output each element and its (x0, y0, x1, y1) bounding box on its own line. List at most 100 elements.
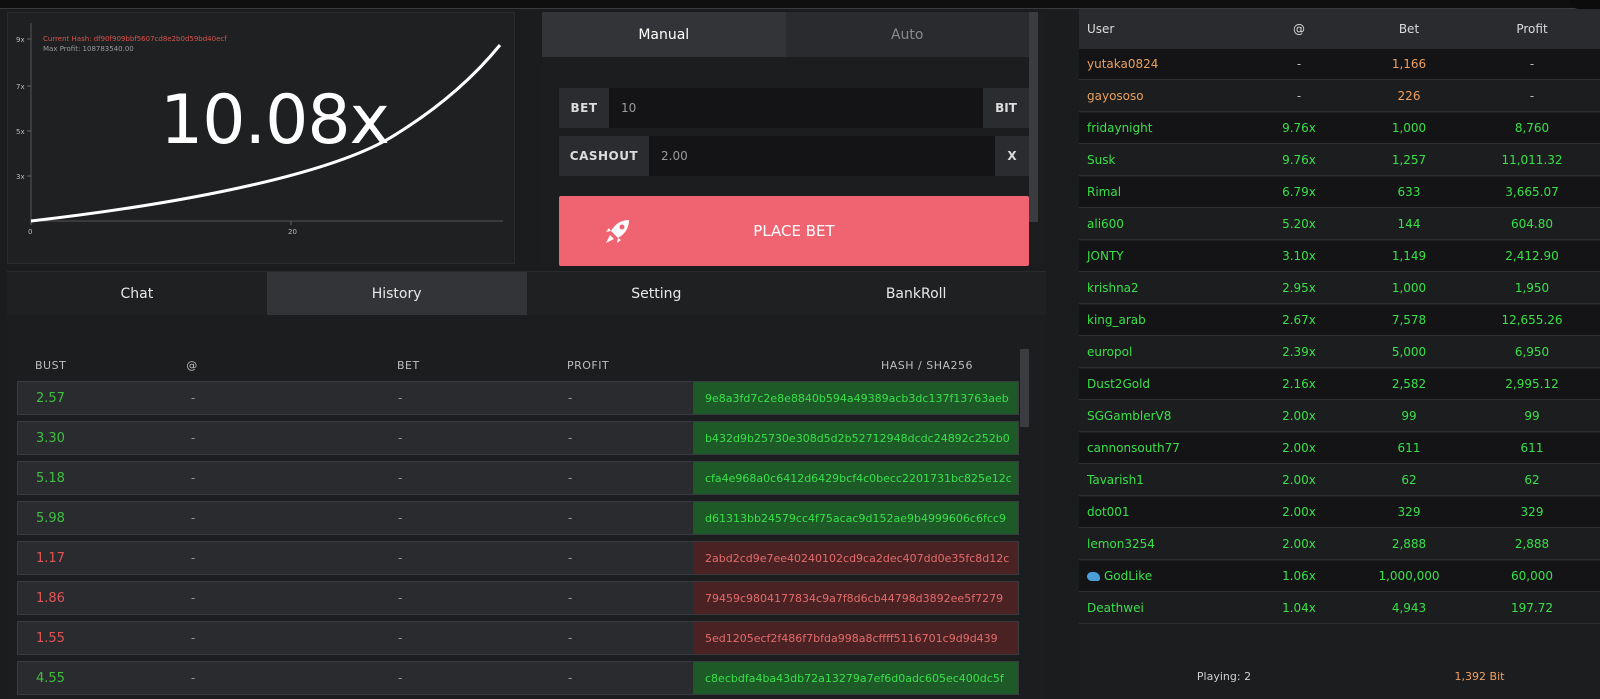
player-row[interactable]: king_arab 2.67x 7,578 12,655.26 (1079, 305, 1600, 336)
at-value: - (190, 551, 196, 565)
hash-value[interactable]: b432d9b25730e308d5d2b52712948dcdc24892c2… (693, 422, 1018, 454)
bet-value: - (398, 671, 403, 685)
player-row[interactable]: Tavarish1 2.00x 62 62 (1079, 465, 1600, 496)
player-username: cannonsouth77 (1087, 441, 1180, 455)
hash-value[interactable]: 5ed1205ecf2f486f7bfda998a8cffff5116701c9… (693, 622, 1018, 654)
player-user: yutaka0824 (1079, 49, 1244, 79)
profit-value: - (568, 471, 573, 485)
hash-value[interactable]: d61313bb24579cc4f75acac9d152ae9b4999606c… (693, 502, 1018, 534)
player-cashout: - (1296, 57, 1302, 71)
bet-field-row: BET 10 BIT (559, 88, 1029, 128)
player-profit: 62 (1524, 473, 1540, 487)
crash-graph: 9x 7x 5x 3x 0 20 Current Hash: df90f909bbf56… (7, 12, 515, 264)
player-bet: 1,149 (1391, 249, 1427, 263)
tab-chat[interactable]: Chat (7, 272, 267, 315)
player-username: Rimal (1087, 185, 1122, 199)
hash-value[interactable]: c8ecbdfa4ba43db72a13279a7ef6d0adc605ec40… (693, 662, 1018, 694)
player-row[interactable]: yutaka0824 - 1,166 - (1079, 49, 1600, 80)
cashout-input[interactable]: 2.00 (649, 136, 995, 176)
bet-value: - (398, 471, 403, 485)
player-cashout: 2.00x (1282, 409, 1316, 423)
tab-auto[interactable]: Auto (786, 12, 1030, 57)
history-row[interactable]: 5.98 - - - d61313bb24579cc4f75acac9d152ae9b4… (17, 501, 1019, 535)
hash-value[interactable]: 79459c9804177834c9a7f8d6cb44798d3892ee5f… (693, 582, 1018, 614)
at-value: - (190, 511, 196, 525)
player-row[interactable]: Deathwei 1.04x 4,943 197.72 (1079, 593, 1600, 624)
cashout-unit: X (995, 136, 1029, 176)
bust-value: 5.18 (36, 470, 65, 486)
bet-panel-scrollbar[interactable] (1029, 12, 1038, 222)
player-user: SGGamblerV8 (1079, 401, 1244, 431)
player-row[interactable]: SGGamblerV8 2.00x 99 99 (1079, 401, 1600, 432)
profit-value: - (568, 671, 573, 685)
player-user: Susk (1079, 145, 1244, 175)
players-header: User @ Bet Profit (1079, 9, 1600, 49)
player-cashout: 2.00x (1282, 441, 1316, 455)
corner-button[interactable] (1570, 0, 1600, 9)
x-tick-label: 0 (28, 228, 32, 236)
history-panel: BUST @ BET PROFIT HASH / SHA256 2.57 - - - 9… (7, 315, 1046, 699)
header-user: User (1087, 22, 1115, 36)
player-user: gayososo (1079, 81, 1244, 111)
player-cashout: 2.16x (1282, 377, 1316, 391)
player-row[interactable]: lemon3254 2.00x 2,888 2,888 (1079, 529, 1600, 560)
place-bet-button[interactable]: PLACE BET (559, 196, 1029, 266)
player-row[interactable]: fridaynight 9.76x 1,000 8,760 (1079, 113, 1600, 144)
bet-input[interactable]: 10 (609, 88, 983, 128)
player-row[interactable]: gayososo - 226 - (1079, 81, 1600, 112)
profit-value: - (568, 431, 573, 445)
hash-value[interactable]: 9e8a3fd7c2e8e8840b594a49389acb3dc137f137… (693, 382, 1018, 414)
place-bet-label: PLACE BET (753, 222, 835, 240)
history-row[interactable]: 1.55 - - - 5ed1205ecf2f486f7bfda998a8cffff51… (17, 621, 1019, 655)
player-profit: 12,655.26 (1501, 313, 1563, 327)
bust-value: 1.55 (36, 630, 65, 646)
history-row[interactable]: 5.18 - - - cfa4e968a0c6412d6429bcf4c0becc220… (17, 461, 1019, 495)
header-at: @ (1293, 22, 1305, 36)
player-username: JONTY (1087, 249, 1124, 263)
max-profit: Max Profit: 108783540.00 (43, 45, 134, 53)
player-row[interactable]: Dust2Gold 2.16x 2,582 2,995.12 (1079, 369, 1600, 400)
player-bet: 5,000 (1391, 345, 1427, 359)
at-value: - (190, 431, 196, 445)
player-row[interactable]: krishna2 2.95x 1,000 1,950 (1079, 273, 1600, 304)
history-row[interactable]: 1.17 - - - 2abd2cd9e7ee40240102cd9ca2dec407d… (17, 541, 1019, 575)
player-row[interactable]: cannonsouth77 2.00x 611 611 (1079, 433, 1600, 464)
player-row[interactable]: ali600 5.20x 144 604.80 (1079, 209, 1600, 240)
hash-value[interactable]: cfa4e968a0c6412d6429bcf4c0becc2201731bc8… (693, 462, 1018, 494)
player-username: SGGamblerV8 (1087, 409, 1172, 423)
player-profit: 99 (1524, 409, 1540, 423)
history-row[interactable]: 3.30 - - - b432d9b25730e308d5d2b52712948dcdc… (17, 421, 1019, 455)
profit-value: - (568, 631, 573, 645)
tab-bankroll[interactable]: BankRoll (786, 272, 1046, 315)
player-user: Deathwei (1079, 593, 1244, 623)
playing-count: Playing: 2 (1196, 670, 1252, 683)
player-row[interactable]: JONTY 3.10x 1,149 2,412.90 (1079, 241, 1600, 272)
history-header: BUST @ BET PROFIT HASH / SHA256 (17, 355, 1017, 375)
history-row[interactable]: 4.55 - - - c8ecbdfa4ba43db72a13279a7ef6d0adc… (17, 661, 1019, 695)
player-profit: 2,888 (1514, 537, 1550, 551)
x-tick-label: 20 (288, 228, 297, 236)
player-row[interactable]: Rimal 6.79x 633 3,665.07 (1079, 177, 1600, 208)
player-row[interactable]: Susk 9.76x 1,257 11,011.32 (1079, 145, 1600, 176)
player-username: GodLike (1104, 569, 1153, 583)
bust-value: 2.57 (36, 390, 65, 406)
player-row[interactable]: europol 2.39x 5,000 6,950 (1079, 337, 1600, 368)
player-row[interactable]: dot001 2.00x 329 329 (1079, 497, 1600, 528)
tab-manual[interactable]: Manual (542, 12, 786, 57)
bet-value: - (398, 591, 403, 605)
history-row[interactable]: 1.86 - - - 79459c9804177834c9a7f8d6cb44798d3… (17, 581, 1019, 615)
player-profit: 8,760 (1514, 121, 1550, 135)
hash-value[interactable]: 2abd2cd9e7ee40240102cd9ca2dec407dd0e35fc… (693, 542, 1018, 574)
player-bet: 2,582 (1391, 377, 1427, 391)
tab-history[interactable]: History (266, 272, 527, 315)
player-user: fridaynight (1079, 113, 1244, 143)
player-row[interactable]: GodLike 1.06x 1,000,000 60,000 (1079, 561, 1600, 592)
at-value: - (190, 471, 196, 485)
player-cashout: 2.67x (1282, 313, 1316, 327)
history-scrollbar[interactable] (1020, 349, 1029, 427)
current-multiplier: 10.08x (160, 81, 390, 160)
player-profit: 1,950 (1514, 281, 1550, 295)
header-hash: HASH / SHA256 (880, 358, 974, 372)
history-row[interactable]: 2.57 - - - 9e8a3fd7c2e8e8840b594a49389acb3dc… (17, 381, 1019, 415)
tab-setting[interactable]: Setting (527, 272, 787, 315)
